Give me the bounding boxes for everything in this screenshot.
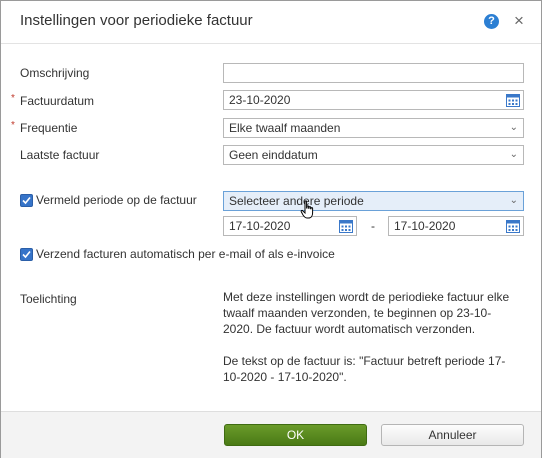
periode-to-value: 17-10-2020 [394,219,456,233]
periodic-invoice-dialog: Instellingen voor periodieke factuur ? ×… [0,0,542,458]
laatste-factuur-select[interactable]: Geen einddatum ⌄ [223,145,524,165]
hand-cursor-icon [300,200,314,219]
close-icon[interactable]: × [509,10,529,32]
chevron-down-icon: ⌄ [509,149,518,160]
checkmark-icon [22,250,31,259]
periode-to-input[interactable]: 17-10-2020 [388,216,524,236]
factuurdatum-label: Factuurdatum [20,94,95,108]
help-icon[interactable]: ? [484,14,499,29]
vermeld-periode-label[interactable]: Vermeld periode op de factuur [36,193,197,207]
frequentie-value: Elke twaalf maanden [229,121,341,135]
laatste-factuur-value: Geen einddatum [229,148,318,162]
ok-button[interactable]: OK [224,424,367,446]
chevron-down-icon: ⌄ [509,122,518,133]
periode-select-value: Selecteer andere periode [229,194,364,208]
toelichting-paragraph: Met deze instellingen wordt de periodiek… [223,290,510,336]
omschrijving-label: Omschrijving [20,66,90,80]
checkmark-icon [22,196,31,205]
dialog-title: Instellingen voor periodieke factuur [20,12,253,29]
factuurdatum-input[interactable]: 23-10-2020 [223,90,524,110]
toelichting-label: Toelichting [20,292,77,306]
verzend-automatisch-checkbox[interactable] [20,248,33,261]
periode-select[interactable]: Selecteer andere periode ⌄ [223,191,524,211]
periode-from-value: 17-10-2020 [229,219,291,233]
periode-from-input[interactable]: 17-10-2020 [223,216,357,236]
calendar-icon[interactable] [506,93,520,107]
periode-separator: - [371,219,375,233]
frequentie-select[interactable]: Elke twaalf maanden ⌄ [223,118,524,138]
cancel-button[interactable]: Annuleer [381,424,524,446]
required-mark: * [11,93,15,104]
frequentie-label: Frequentie [20,121,78,135]
vermeld-periode-checkbox[interactable] [20,194,33,207]
required-mark: * [11,120,15,131]
toelichting-paragraph: De tekst op de factuur is: "Factuur betr… [223,354,506,384]
chevron-down-icon: ⌄ [509,195,518,206]
verzend-automatisch-label[interactable]: Verzend facturen automatisch per e-mail … [36,247,335,261]
dialog-footer: OK Annuleer [1,411,541,458]
factuurdatum-value: 23-10-2020 [229,93,291,107]
calendar-icon[interactable] [506,219,520,233]
dialog-titlebar: Instellingen voor periodieke factuur ? × [1,1,541,44]
laatste-factuur-label: Laatste factuur [20,148,100,162]
omschrijving-input[interactable] [223,63,524,83]
calendar-icon[interactable] [339,219,353,233]
toelichting-text: Met deze instellingen wordt de periodiek… [223,289,519,401]
